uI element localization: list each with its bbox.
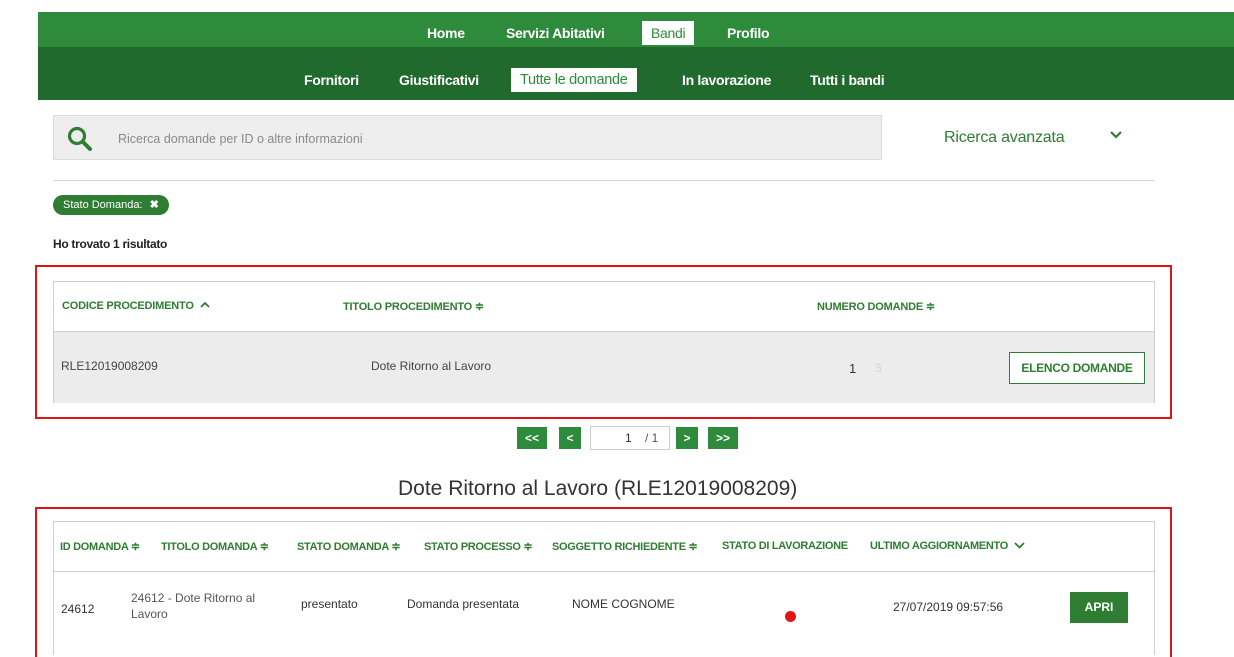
- advanced-search-toggle[interactable]: Ricerca avanzata: [944, 129, 1065, 147]
- elenco-domande-button[interactable]: ELENCO DOMANDE: [1009, 352, 1145, 384]
- divider: [53, 180, 1155, 181]
- column-header-label: ULTIMO AGGIORNAMENTO: [870, 540, 1009, 552]
- cell-soggetto-richiedente: NOME COGNOME: [572, 597, 675, 611]
- pagination-total: / 1: [645, 431, 659, 445]
- column-header-stato-di-lavorazione: STATO DI LAVORAZIONE: [722, 540, 848, 552]
- cell-titolo: Dote Ritorno al Lavoro: [371, 359, 492, 373]
- filter-chip-stato-domanda[interactable]: Stato Domanda: ✖: [53, 195, 169, 215]
- procedures-table: CODICE PROCEDIMENTO TITOLO PROCEDIMENTO …: [53, 281, 1155, 403]
- nav-item-profilo[interactable]: Profilo: [718, 21, 778, 45]
- pagination-first-button[interactable]: <<: [517, 427, 547, 449]
- filter-chip-label: Stato Domanda:: [63, 199, 143, 211]
- status-indicator-dot: [785, 611, 796, 622]
- column-header-stato-processo[interactable]: STATO PROCESSO ≑: [424, 540, 533, 553]
- nav-item-fornitori[interactable]: Fornitori: [295, 68, 368, 92]
- column-header-titolo-procedimento[interactable]: TITOLO PROCEDIMENTO ≑: [343, 300, 484, 313]
- results-count: Ho trovato 1 risultato: [53, 237, 168, 251]
- cell-numero: 1: [849, 361, 857, 376]
- column-header-numero-domande[interactable]: NUMERO DOMANDE ≑: [817, 300, 935, 313]
- search-bar: [53, 115, 882, 160]
- cell-titolo-line1: 24612 - Dote Ritorno al: [131, 591, 256, 605]
- nav-item-home[interactable]: Home: [418, 21, 474, 45]
- column-header-soggetto-richiedente[interactable]: SOGGETTO RICHIEDENTE ≑: [552, 540, 698, 553]
- apri-button[interactable]: APRI: [1070, 592, 1128, 623]
- nav-item-in-lavorazione[interactable]: In lavorazione: [673, 68, 780, 92]
- nav-item-servizi-abitativi[interactable]: Servizi Abitativi: [497, 21, 614, 45]
- close-icon[interactable]: ✖: [150, 199, 159, 211]
- pagination-prev-button[interactable]: <: [559, 427, 581, 449]
- chevron-down-icon[interactable]: [1109, 128, 1123, 142]
- search-icon[interactable]: [66, 126, 94, 152]
- column-header-ultimo-aggiornamento[interactable]: ULTIMO AGGIORNAMENTO: [870, 540, 1025, 552]
- cell-numero-secondary: 3: [875, 361, 882, 375]
- cell-titolo-line2: Lavoro: [131, 607, 168, 621]
- applications-table: ID DOMANDA ≑ TITOLO DOMANDA ≑ STATO DOMA…: [53, 521, 1155, 657]
- cell-stato-domanda: presentato: [301, 597, 358, 611]
- column-header-stato-domanda[interactable]: STATO DOMANDA ≑: [297, 540, 401, 553]
- pagination-last-button[interactable]: >>: [708, 427, 738, 449]
- primary-navbar: [38, 12, 1234, 47]
- nav-item-giustificativi[interactable]: Giustificativi: [390, 68, 488, 92]
- section-title: Dote Ritorno al Lavoro (RLE12019008209): [398, 477, 798, 500]
- cell-ultimo-aggiornamento: 27/07/2019 09:57:56: [893, 600, 1004, 614]
- cell-id-domanda: 24612: [61, 602, 95, 616]
- nav-item-tutte-le-domande[interactable]: Tutte le domande: [511, 68, 637, 92]
- nav-item-tutti-i-bandi[interactable]: Tutti i bandi: [801, 68, 893, 92]
- pagination-page-value: 1: [625, 431, 632, 445]
- table-row: 24612 24612 - Dote Ritorno al Lavoro pre…: [54, 571, 1154, 657]
- column-header-codice-procedimento[interactable]: CODICE PROCEDIMENTO: [62, 300, 210, 312]
- column-header-titolo-domanda[interactable]: TITOLO DOMANDA ≑: [161, 540, 269, 553]
- cell-codice: RLE12019008209: [61, 359, 158, 373]
- column-header-label: CODICE PROCEDIMENTO: [62, 300, 194, 312]
- sort-descending-icon: [1014, 542, 1025, 549]
- search-input[interactable]: [116, 128, 820, 150]
- nav-item-bandi[interactable]: Bandi: [642, 21, 695, 45]
- cell-stato-processo: Domanda presentata: [407, 597, 520, 611]
- sort-ascending-icon: [199, 301, 210, 308]
- pagination-next-button[interactable]: >: [676, 427, 698, 449]
- table-row: RLE12019008209 Dote Ritorno al Lavoro 1 …: [54, 331, 1154, 403]
- navbar-separator: [38, 47, 1234, 59]
- column-header-id-domanda[interactable]: ID DOMANDA ≑: [60, 540, 140, 553]
